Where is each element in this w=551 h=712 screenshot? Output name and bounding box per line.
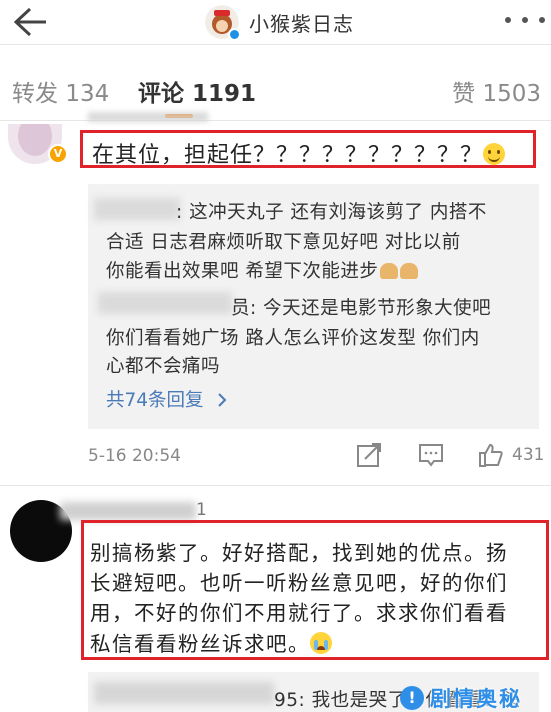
- reply-line: 合适 日志君麻烦听取下意见好吧 对比以前: [106, 232, 461, 253]
- like-count: 431: [512, 445, 545, 465]
- reply-line: 心都不会痛吗: [106, 356, 221, 377]
- reply-username-blurred[interactable]: [98, 292, 232, 314]
- comment-text: 在其位，担起任？？？？？？？？？？: [92, 137, 506, 169]
- vip-badge-icon: V: [48, 144, 68, 164]
- tabs-divider: [0, 120, 551, 121]
- comment-text-line: 别搞杨紫了。好好搭配，找到她的优点。扬: [90, 541, 508, 565]
- more-replies-link[interactable]: 共74条回复: [106, 386, 229, 412]
- comment-text-line: 私信看看粉丝诉求吧。: [90, 627, 332, 657]
- comment-text-line: 长避短吧。也听一听粉丝意见吧，好的你们: [90, 571, 508, 595]
- back-arrow-icon[interactable]: [8, 6, 48, 38]
- pray-hands-icon: [380, 263, 399, 279]
- watermark-text: 剧情奥秘: [430, 687, 522, 711]
- reply-line: : 这冲天丸子 还有刘海该剪了 内搭不: [176, 202, 487, 223]
- more-dots-icon[interactable]: [505, 10, 545, 30]
- reply-line: 员: 今天还是电影节形象大使吧: [231, 298, 492, 319]
- tab-likes[interactable]: 赞 1503: [452, 74, 541, 108]
- tab-comments[interactable]: 评论 1191: [138, 74, 256, 108]
- like-button[interactable]: 431: [478, 442, 544, 468]
- share-icon: [357, 443, 381, 467]
- comment-timestamp: 5-16 20:54: [88, 446, 181, 466]
- thumbs-up-icon: [479, 443, 503, 467]
- reply-line: 你能看出效果吧 希望下次能进步: [106, 257, 419, 283]
- page-title: 小猴紫日志: [249, 11, 354, 36]
- reply-thread[interactable]: : 这冲天丸子 还有刘海该剪了 内搭不 合适 日志君麻烦听取下意见好吧 对比以前…: [88, 184, 539, 429]
- account-avatar[interactable]: [205, 5, 241, 41]
- crying-emoji-icon: [310, 632, 332, 654]
- chevron-right-icon: [218, 393, 227, 407]
- tab-reposts[interactable]: 转发 134: [12, 74, 109, 108]
- account-title[interactable]: 小猴紫日志: [205, 4, 354, 41]
- verified-badge-icon: [228, 28, 241, 41]
- username-blurred[interactable]: [88, 112, 208, 122]
- header-divider: [0, 44, 551, 45]
- share-button[interactable]: [356, 442, 382, 468]
- reply-username-blurred[interactable]: [94, 198, 180, 220]
- reply-username-blurred[interactable]: [94, 682, 274, 704]
- reply-button[interactable]: [418, 442, 444, 468]
- top-bar: 小猴紫日志: [0, 0, 551, 44]
- comment-divider: [0, 485, 551, 486]
- username-blurred[interactable]: [60, 502, 196, 520]
- reply-line: 你们看看她广场 路人怎么评价这发型 你们内: [106, 328, 480, 349]
- watermark: 剧情奥秘: [400, 684, 522, 712]
- watermark-logo-icon: [400, 686, 424, 710]
- pray-hands-icon: [400, 263, 419, 279]
- tab-bar: 转发 134 评论 1191 赞 1503: [0, 58, 551, 120]
- username-tail: 1: [196, 500, 207, 520]
- comment-icon: [419, 444, 443, 467]
- smile-emoji-icon: [483, 143, 506, 165]
- comment-text-line: 用，不好的你们不用就行了。求求你们看看: [90, 601, 508, 625]
